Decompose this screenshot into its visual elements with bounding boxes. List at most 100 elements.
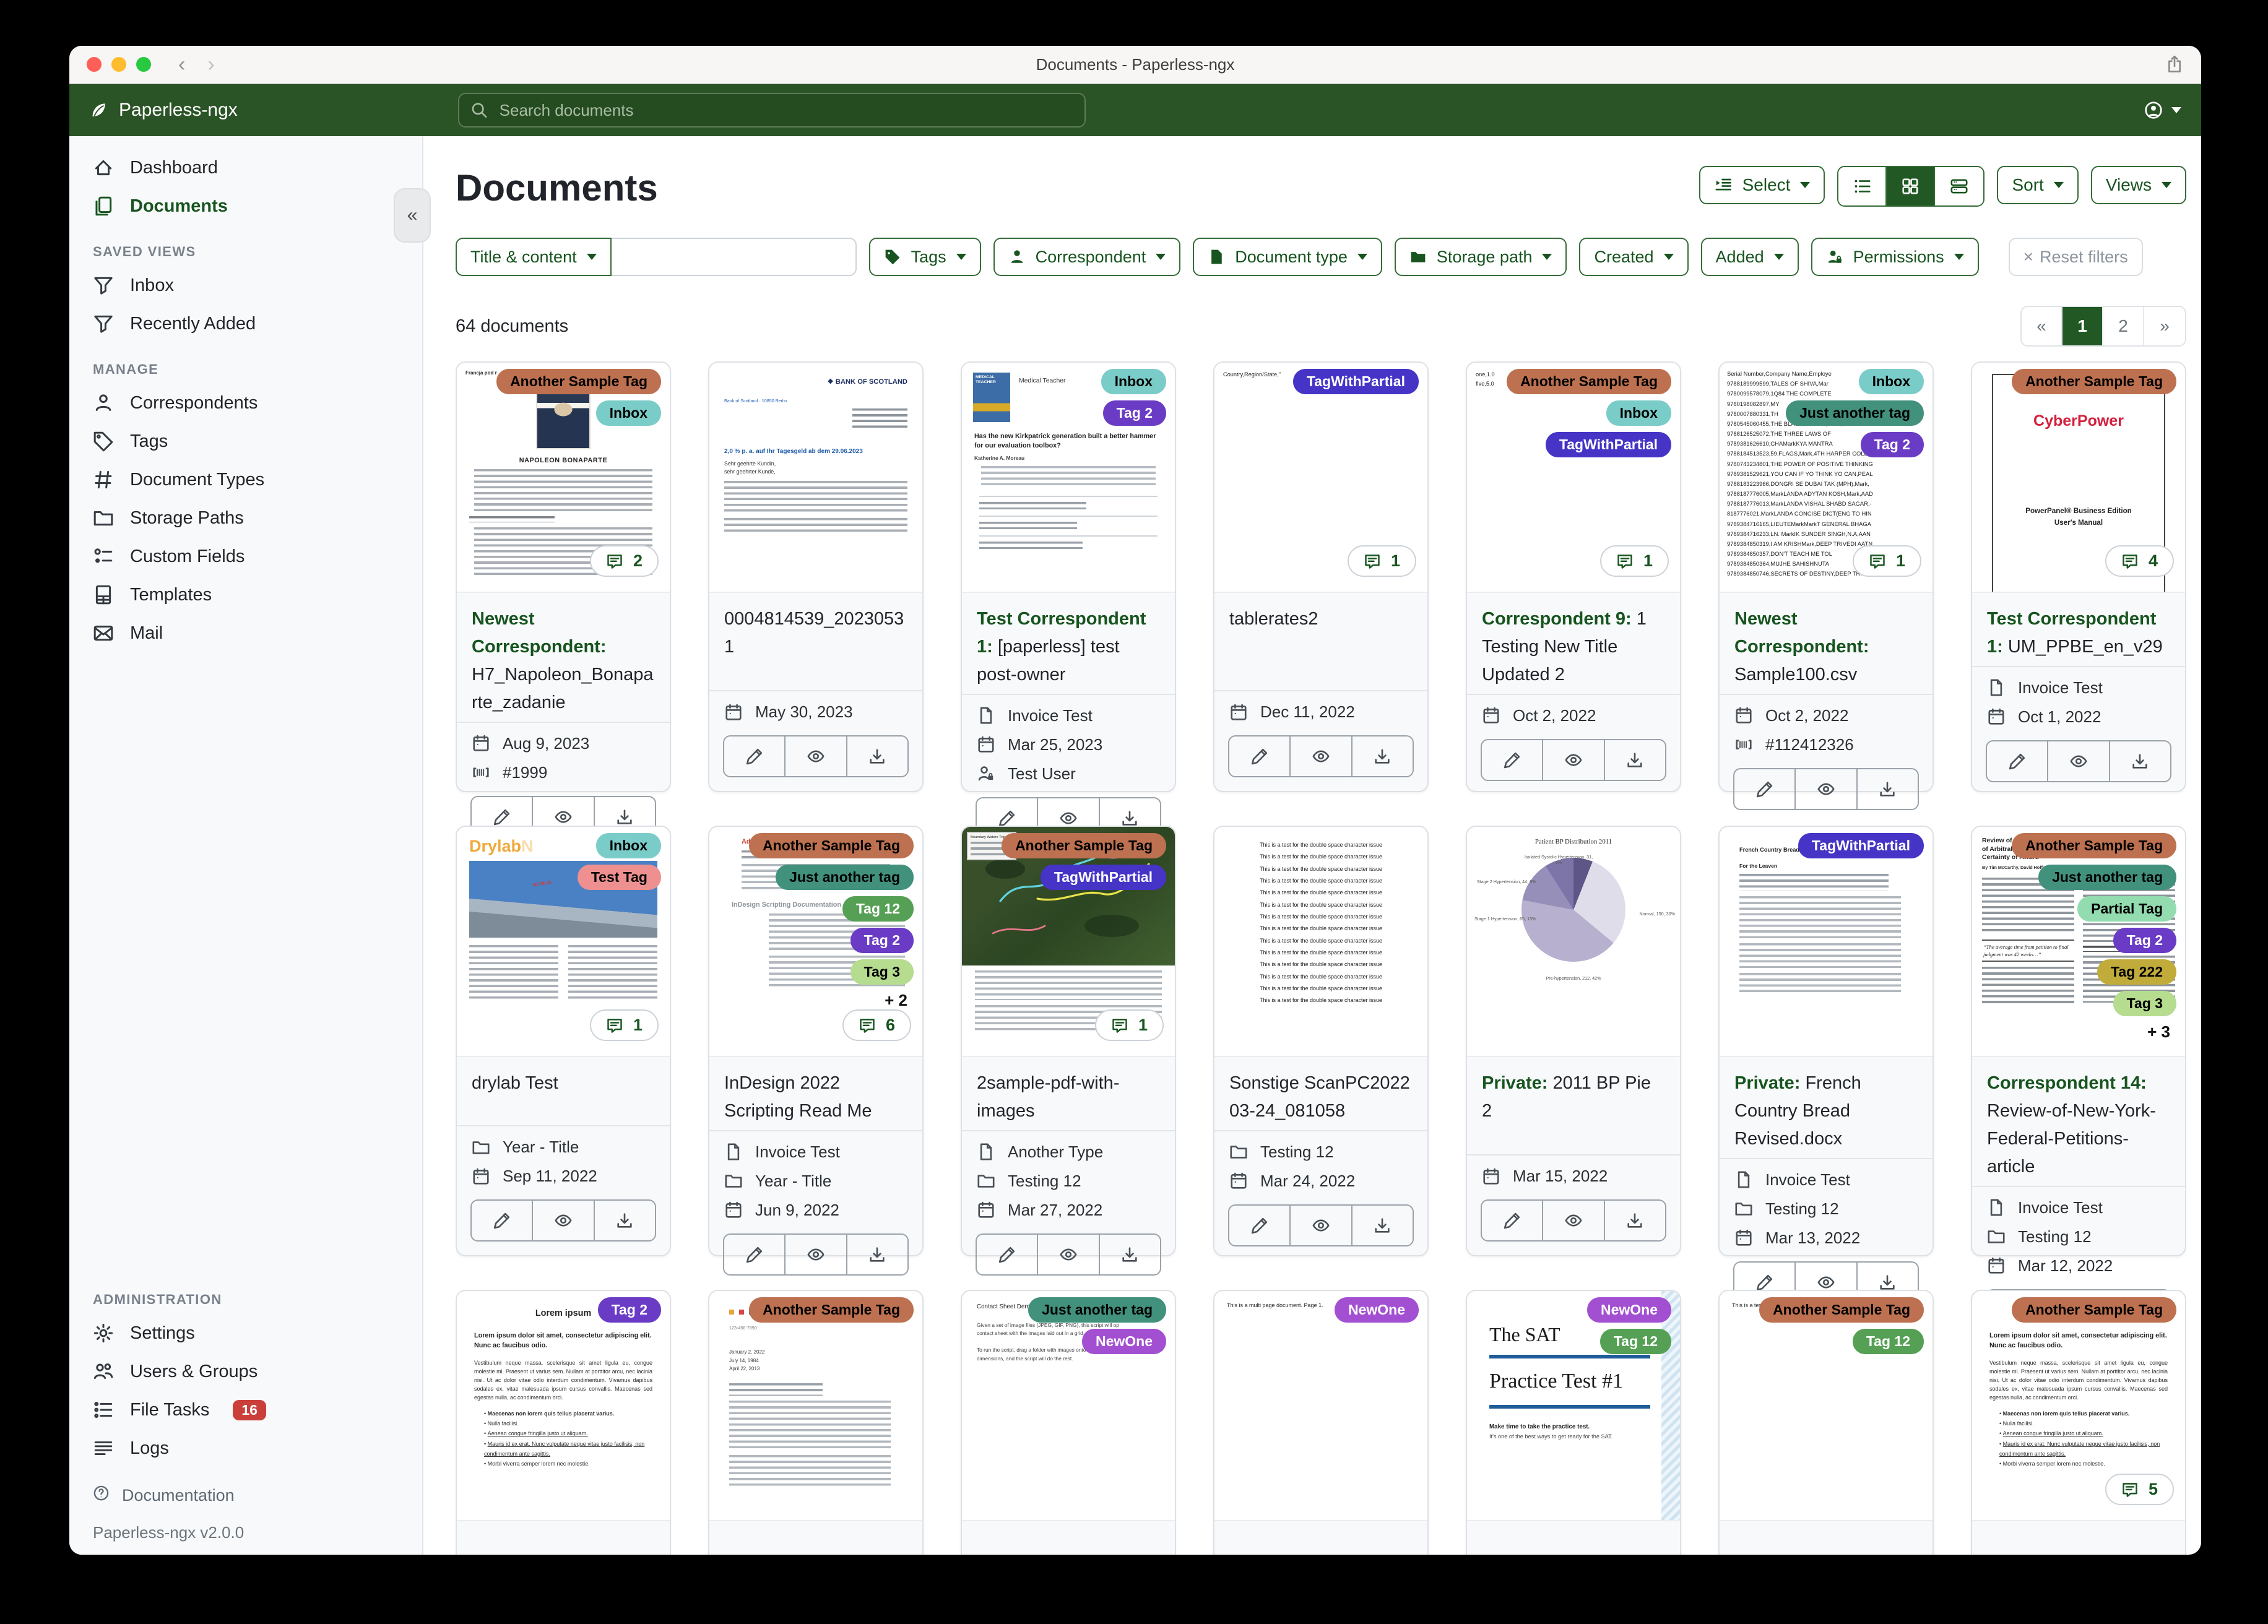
edit-document-button[interactable] <box>724 736 786 776</box>
edit-document-button[interactable] <box>1482 1201 1544 1240</box>
document-title[interactable]: 0004814539_20230531 <box>709 593 922 666</box>
meta-doc[interactable]: Invoice Test <box>1987 1198 2170 1217</box>
document-preview[interactable]: Contact Sheet Demo Given a set of image … <box>962 1291 1175 1521</box>
correspondent-prefix[interactable]: Test Correspondent 1: <box>1987 609 2156 657</box>
tag-tag-3[interactable]: Tag 3 <box>2113 991 2176 1016</box>
tag-another-sample-tag[interactable]: Another Sample Tag <box>749 833 914 858</box>
sidebar-item-file-tasks[interactable]: File Tasks 16 <box>69 1391 422 1429</box>
tag-just-another-tag[interactable]: Just another tag <box>776 865 914 890</box>
select-button[interactable]: Select <box>1699 166 1825 204</box>
edit-document-button[interactable] <box>724 1234 786 1274</box>
meta-calendar[interactable]: Sep 11, 2022 <box>472 1167 655 1186</box>
sidebar-item-recently-added[interactable]: Recently Added <box>69 304 422 343</box>
tag-tag-2[interactable]: Tag 2 <box>850 928 914 953</box>
filter-storage-path-button[interactable]: Storage path <box>1394 238 1567 276</box>
tag-just-another-tag[interactable]: Just another tag <box>1028 1297 1166 1323</box>
tag-tag-2[interactable]: Tag 2 <box>597 1297 661 1323</box>
meta-calendar[interactable]: Oct 2, 2022 <box>1734 706 1918 725</box>
correspondent-prefix[interactable]: Newest Correspondent: <box>1734 609 1869 657</box>
tag-inbox[interactable]: Inbox <box>1101 369 1166 394</box>
download-document-button[interactable] <box>1353 736 1413 776</box>
document-title[interactable]: Newest Correspondent: Sample100.csv <box>1720 593 1933 694</box>
tag-another-sample-tag[interactable]: Another Sample Tag <box>2012 1297 2176 1323</box>
meta-calendar[interactable]: May 30, 2023 <box>724 702 907 722</box>
meta-calendar[interactable]: Oct 1, 2022 <box>1987 707 2170 727</box>
sidebar-item-settings[interactable]: Settings <box>69 1314 422 1352</box>
meta-calendar[interactable]: Mar 15, 2022 <box>1482 1167 1665 1186</box>
tag-newone[interactable]: NewOne <box>1081 1329 1166 1354</box>
close-window-button[interactable] <box>87 57 102 72</box>
tag-tag-12[interactable]: Tag 12 <box>842 896 914 922</box>
edit-document-button[interactable] <box>1229 736 1291 776</box>
meta-folder[interactable]: Testing 12 <box>1987 1227 2170 1246</box>
sidebar-item-custom-fields[interactable]: Custom Fields <box>69 537 422 576</box>
tag-another-sample-tag[interactable]: Another Sample Tag <box>2012 369 2176 394</box>
document-title[interactable]: drylab Test <box>457 1057 670 1102</box>
view-document-button[interactable] <box>786 736 847 776</box>
sidebar-item-correspondents[interactable]: Correspondents <box>69 384 422 422</box>
sidebar-item-tags[interactable]: Tags <box>69 422 422 460</box>
document-title[interactable]: Newest Correspondent: H7_Napoleon_Bonapa… <box>457 593 670 722</box>
tag-tag-3[interactable]: Tag 3 <box>850 959 914 985</box>
pagination-prev[interactable]: « <box>2022 307 2062 345</box>
document-preview[interactable]: DrylabN NETFLIX Inbox Test Tag 1 <box>457 827 670 1057</box>
tag-tagwithpartial[interactable]: TagWithPartial <box>1545 432 1671 457</box>
notes-badge[interactable]: 1 <box>1094 1009 1164 1041</box>
document-title[interactable]: Test Correspondent 1: [paperless] test p… <box>962 593 1175 694</box>
sort-button[interactable]: Sort <box>1997 166 2079 204</box>
filter-document-type-button[interactable]: Document type <box>1193 238 1382 276</box>
document-preview[interactable]: This is a test for the double space char… <box>1214 827 1427 1057</box>
sidebar-item-documents[interactable]: Documents <box>69 187 422 225</box>
meta-barcode[interactable]: #1999 <box>472 763 655 782</box>
grid-view-button[interactable] <box>1887 167 1936 205</box>
pagination-page-1[interactable]: 1 <box>2062 307 2103 345</box>
document-preview[interactable]: Serial Number,Company Name,Employe 97881… <box>1720 363 1933 593</box>
tag-tagwithpartial[interactable]: TagWithPartial <box>1292 369 1419 394</box>
view-document-button[interactable] <box>1038 1234 1100 1274</box>
correspondent-prefix[interactable]: Correspondent 14: <box>1987 1073 2147 1093</box>
tag-tagwithpartial[interactable]: TagWithPartial <box>1798 833 1924 858</box>
list-view-button[interactable] <box>1838 167 1887 205</box>
notes-badge[interactable]: 1 <box>1347 545 1416 577</box>
document-title[interactable]: Private: 2011 BP Pie 2 <box>1467 1057 1680 1130</box>
document-preview[interactable]: one,1.0 five,5.0 Another Sample Tag Inbox… <box>1467 363 1680 593</box>
download-document-button[interactable] <box>1858 769 1918 809</box>
global-search[interactable] <box>458 93 1086 127</box>
document-preview[interactable]: This is a test Another Sample Tag Tag 12 <box>1720 1291 1933 1521</box>
collapse-sidebar-button[interactable]: « <box>394 188 431 243</box>
correspondent-prefix[interactable]: Newest Correspondent: <box>472 609 607 657</box>
minimize-window-button[interactable] <box>111 57 126 72</box>
tag-tag-12[interactable]: Tag 12 <box>1599 1329 1671 1354</box>
share-icon[interactable] <box>2165 55 2184 74</box>
notes-badge[interactable]: 2 <box>589 545 659 577</box>
more-tags-count[interactable]: + 2 <box>885 991 914 1010</box>
meta-calendar[interactable]: Mar 25, 2023 <box>977 735 1160 754</box>
meta-owner[interactable]: Test User <box>977 764 1160 784</box>
edit-document-button[interactable] <box>472 1201 534 1240</box>
tag-tag-2[interactable]: Tag 2 <box>2113 928 2176 953</box>
correspondent-prefix[interactable]: Test Correspondent 1: <box>977 609 1146 657</box>
notes-badge[interactable]: 1 <box>589 1009 659 1041</box>
document-preview[interactable]: ❖ BANK OF SCOTLAND Bank of Scotland · 10… <box>709 363 922 593</box>
meta-doc[interactable]: Another Type <box>977 1142 1160 1162</box>
meta-folder[interactable]: Year - Title <box>724 1172 907 1191</box>
sidebar-item-users-groups[interactable]: Users & Groups <box>69 1352 422 1391</box>
more-tags-count[interactable]: + 3 <box>2147 1022 2176 1042</box>
sidebar-item-storage-paths[interactable]: Storage Paths <box>69 499 422 537</box>
document-title[interactable]: Sonstige ScanPC2022 03-24_081058 <box>1214 1057 1427 1130</box>
meta-barcode[interactable]: #112412326 <box>1734 735 1918 754</box>
download-document-button[interactable] <box>847 736 907 776</box>
meta-folder[interactable]: Year - Title <box>472 1138 655 1157</box>
meta-doc[interactable]: Invoice Test <box>977 706 1160 725</box>
meta-folder[interactable]: Testing 12 <box>977 1172 1160 1191</box>
tag-tag-12[interactable]: Tag 12 <box>1852 1329 1924 1354</box>
title-content-dropdown[interactable]: Title & content <box>456 238 612 276</box>
document-preview[interactable]: Francja pod r NAPOLEON BONAPARTE Another… <box>457 363 670 593</box>
filter-tags-button[interactable]: Tags <box>868 238 981 276</box>
sidebar-item-templates[interactable]: Templates <box>69 576 422 614</box>
tag-just-another-tag[interactable]: Just another tag <box>1786 400 1924 426</box>
document-preview[interactable]: This is a multi page document. Page 1. N… <box>1214 1291 1427 1521</box>
tag-inbox[interactable]: Inbox <box>595 833 661 858</box>
meta-calendar[interactable]: Oct 2, 2022 <box>1482 706 1665 725</box>
user-menu[interactable] <box>2144 101 2181 119</box>
